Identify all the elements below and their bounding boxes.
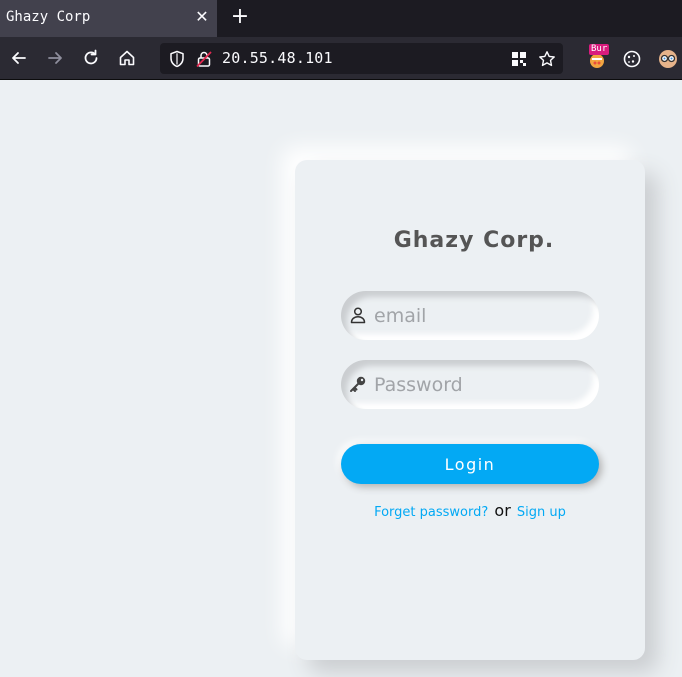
nav-toolbar: 20.55.48.101 bbox=[0, 37, 682, 80]
back-arrow-icon[interactable] bbox=[9, 48, 29, 68]
login-button[interactable]: Login bbox=[341, 444, 599, 484]
tab-strip: Ghazy Corp ✕ + bbox=[0, 0, 682, 37]
auth-links: Forget password? or Sign up bbox=[295, 501, 645, 520]
email-field[interactable] bbox=[341, 291, 599, 340]
email-input[interactable] bbox=[374, 291, 589, 340]
or-separator: or bbox=[494, 501, 511, 520]
user-icon bbox=[350, 307, 366, 324]
bookmark-star-icon[interactable] bbox=[538, 50, 556, 68]
reload-icon[interactable] bbox=[81, 48, 101, 68]
close-tab-icon[interactable]: ✕ bbox=[193, 8, 211, 26]
home-icon[interactable] bbox=[117, 48, 137, 68]
password-field[interactable] bbox=[341, 360, 599, 409]
tab-title: Ghazy Corp bbox=[6, 9, 91, 25]
spy-glasses-extension-icon[interactable] bbox=[657, 48, 679, 70]
page-viewport: Ghazy Corp. Login Forget password? or Si… bbox=[0, 81, 682, 677]
login-card: Ghazy Corp. Login Forget password? or Si… bbox=[295, 160, 645, 660]
password-input[interactable] bbox=[374, 360, 589, 409]
sign-up-link[interactable]: Sign up bbox=[517, 505, 566, 520]
insecure-lock-icon[interactable] bbox=[195, 50, 213, 68]
extension-badge: Bur bbox=[589, 44, 610, 55]
key-icon bbox=[350, 376, 366, 392]
new-tab-button[interactable]: + bbox=[230, 6, 250, 28]
shield-icon[interactable] bbox=[168, 50, 186, 68]
brand-title: Ghazy Corp. bbox=[393, 228, 555, 253]
browser-tab[interactable]: Ghazy Corp ✕ bbox=[0, 0, 217, 37]
qr-code-icon[interactable] bbox=[510, 50, 528, 68]
url-text[interactable]: 20.55.48.101 bbox=[222, 49, 333, 67]
address-bar[interactable]: 20.55.48.101 bbox=[160, 43, 563, 74]
forward-arrow-icon[interactable] bbox=[45, 48, 65, 68]
forgot-password-link[interactable]: Forget password? bbox=[374, 505, 488, 520]
cookie-icon[interactable] bbox=[621, 48, 643, 70]
